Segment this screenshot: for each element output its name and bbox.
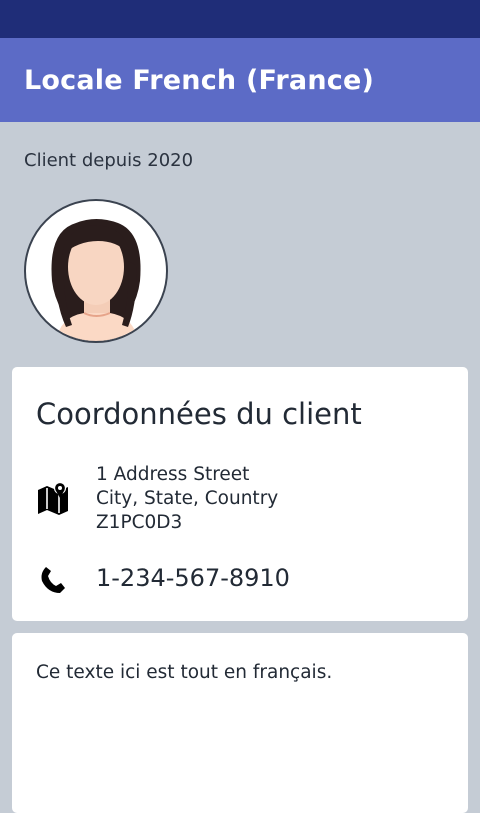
address-line-2: City, State, Country: [96, 488, 279, 509]
avatar: [24, 199, 168, 343]
address-line-3: Z1PC0D3: [96, 512, 183, 533]
address-block: 1 Address Street City, State, Country Z1…: [96, 463, 278, 535]
woman-avatar-icon: [51, 219, 141, 341]
contact-card-heading: Coordonnées du client: [36, 397, 362, 431]
french-text: Ce texte ici est tout en français.: [36, 662, 333, 683]
contact-card: Coordonnées du client 1 Address Street C…: [12, 367, 468, 621]
text-card: Ce texte ici est tout en français.: [12, 633, 468, 813]
client-since-label: Client depuis 2020: [24, 150, 194, 171]
status-bar: [0, 0, 480, 38]
phone-icon[interactable]: [36, 563, 70, 597]
app-bar: Locale French (France): [0, 38, 480, 122]
app-title: Locale French (France): [24, 64, 375, 96]
address-line-1: 1 Address Street: [96, 464, 250, 485]
map-icon: [38, 482, 68, 515]
phone-number[interactable]: 1-234-567-8910: [96, 564, 290, 592]
